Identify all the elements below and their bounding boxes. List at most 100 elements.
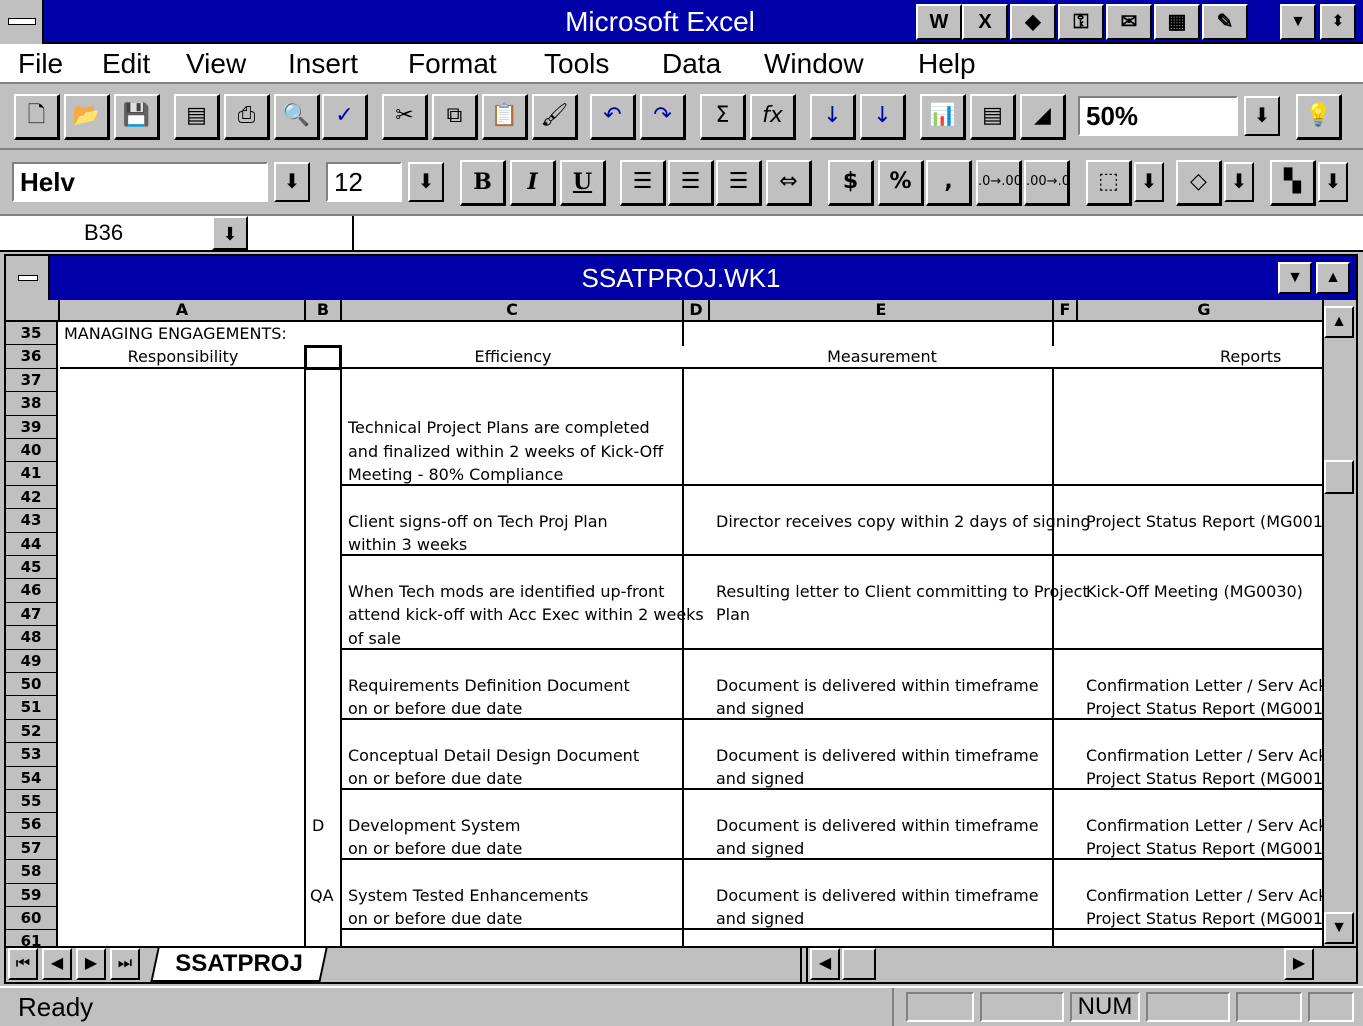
tip-wizard-icon[interactable]: 💡	[1296, 94, 1342, 140]
formula-input[interactable]	[360, 216, 1350, 250]
scroll-down-icon[interactable]: ▼	[1324, 912, 1354, 944]
cell-e60[interactable]: and signed	[716, 907, 804, 930]
cell-e59[interactable]: Document is delivered within timeframe	[716, 884, 1039, 907]
row-header-41[interactable]: 41	[6, 462, 58, 486]
cell-e54[interactable]: and signed	[716, 767, 804, 790]
cell-c60[interactable]: on or before due date	[348, 907, 522, 930]
row-header-49[interactable]: 49	[6, 649, 58, 673]
sort-descending-icon[interactable]: ↓	[860, 94, 906, 140]
row-header-38[interactable]: 38	[6, 392, 58, 416]
underline-icon[interactable]: U	[560, 160, 606, 206]
powerpoint-app-icon[interactable]: ◆	[1010, 4, 1056, 40]
row-header-58[interactable]: 58	[6, 860, 58, 884]
vertical-scrollbar[interactable]: ▲ ▼	[1322, 300, 1356, 946]
center-across-columns-icon[interactable]: ⇔	[766, 160, 812, 206]
row-header-43[interactable]: 43	[6, 509, 58, 533]
cell-g56[interactable]: Confirmation Letter / Serv Ack	[1086, 814, 1322, 837]
cell-b59[interactable]: QA	[310, 884, 334, 907]
cell-c47[interactable]: attend kick-off with Acc Exec within 2 w…	[348, 603, 704, 626]
font-color-dropdown-icon[interactable]: ⬇	[1318, 162, 1348, 202]
open-file-icon[interactable]: 📂	[64, 94, 110, 140]
cut-icon[interactable]: ✂	[382, 94, 428, 140]
zoom-dropdown-icon[interactable]: ⬇	[1244, 96, 1280, 136]
row-header-44[interactable]: 44	[6, 532, 58, 556]
first-sheet-icon[interactable]: ⏮	[8, 948, 38, 980]
row-header-48[interactable]: 48	[6, 626, 58, 650]
excel-app-icon[interactable]: X	[962, 4, 1008, 40]
menu-format[interactable]: Format	[408, 46, 497, 82]
row-header-53[interactable]: 53	[6, 743, 58, 767]
workbook-maximize-button[interactable]: ▲	[1316, 262, 1350, 294]
scroll-left-icon[interactable]: ◀	[810, 948, 840, 980]
vertical-scroll-thumb[interactable]	[1324, 460, 1354, 494]
percent-style-icon[interactable]: %	[878, 160, 924, 206]
row-header-40[interactable]: 40	[6, 439, 58, 463]
minimize-button[interactable]: ▼	[1280, 4, 1316, 40]
row-header-55[interactable]: 55	[6, 790, 58, 814]
drawing-icon[interactable]: ◢	[1020, 94, 1066, 140]
cell-g54[interactable]: Project Status Report (MG001	[1086, 767, 1322, 790]
row-header-45[interactable]: 45	[6, 556, 58, 580]
row-header-36[interactable]: 36	[6, 345, 58, 369]
scroll-right-icon[interactable]: ▶	[1284, 948, 1314, 980]
office-manager-icon[interactable]: ✎	[1202, 4, 1248, 40]
column-header-a[interactable]: A	[60, 300, 306, 322]
tab-split-handle[interactable]	[800, 948, 808, 982]
cell-g59[interactable]: Confirmation Letter / Serv Ack	[1086, 884, 1322, 907]
column-header-f[interactable]: F	[1054, 300, 1078, 322]
row-header-57[interactable]: 57	[6, 836, 58, 861]
row-header-59[interactable]: 59	[6, 883, 58, 907]
cell-e50[interactable]: Document is delivered within timeframe	[716, 674, 1039, 697]
bold-icon[interactable]: B	[460, 160, 506, 206]
cell-a35[interactable]: MANAGING ENGAGEMENTS:	[64, 322, 287, 345]
cell-c44[interactable]: within 3 weeks	[348, 533, 467, 556]
font-size-select[interactable]: 12	[326, 162, 402, 202]
cell-c46[interactable]: When Tech mods are identified up-front	[348, 580, 664, 603]
cell-g46[interactable]: Kick-Off Meeting (MG0030)	[1086, 580, 1303, 603]
name-box[interactable]: B36	[0, 216, 212, 250]
horizontal-scroll-thumb[interactable]	[842, 948, 876, 980]
fill-color-dropdown-icon[interactable]: ⬇	[1224, 162, 1254, 202]
menu-data[interactable]: Data	[662, 46, 721, 82]
fill-color-icon[interactable]: ◇	[1176, 160, 1222, 206]
cell-g60[interactable]: Project Status Report (MG001	[1086, 907, 1322, 930]
copy-icon[interactable]: ⧉	[432, 94, 478, 140]
currency-style-icon[interactable]: $	[828, 160, 874, 206]
row-header-51[interactable]: 51	[6, 696, 58, 720]
row-header-37[interactable]: 37	[6, 368, 58, 393]
cell-g51[interactable]: Project Status Report (MG001	[1086, 697, 1322, 720]
borders-dropdown-icon[interactable]: ⬇	[1134, 162, 1164, 202]
autosum-icon[interactable]: Σ	[700, 94, 746, 140]
print-report-icon[interactable]: ▤	[174, 94, 220, 140]
cell-c39[interactable]: Technical Project Plans are completed	[348, 416, 650, 439]
new-file-icon[interactable]: 🗋	[14, 94, 60, 140]
function-wizard-icon[interactable]: fx	[750, 94, 796, 140]
borders-icon[interactable]: ⬚	[1086, 160, 1132, 206]
format-painter-icon[interactable]: 🖌	[532, 94, 578, 140]
cell-e47[interactable]: Plan	[716, 603, 750, 626]
column-header-d[interactable]: D	[684, 300, 710, 322]
column-header-c[interactable]: C	[342, 300, 684, 322]
menu-window[interactable]: Window	[764, 46, 864, 82]
row-header-39[interactable]: 39	[6, 415, 58, 439]
menu-edit[interactable]: Edit	[102, 46, 150, 82]
spelling-icon[interactable]: ✓	[322, 94, 368, 140]
access-app-icon[interactable]: ⚿	[1058, 4, 1104, 40]
row-header-47[interactable]: 47	[6, 602, 58, 627]
font-color-icon[interactable]: ▚	[1270, 160, 1316, 206]
cell-e51[interactable]: and signed	[716, 697, 804, 720]
prev-sheet-icon[interactable]: ◀	[42, 948, 72, 980]
mail-app-icon[interactable]: ✉	[1106, 4, 1152, 40]
menu-insert[interactable]: Insert	[288, 46, 358, 82]
italic-icon[interactable]: I	[510, 160, 556, 206]
column-header-e[interactable]: E	[710, 300, 1054, 322]
print-preview-icon[interactable]: 🔍	[274, 94, 320, 140]
cell-e43[interactable]: Director receives copy within 2 days of …	[716, 510, 1091, 533]
cell-c50[interactable]: Requirements Definition Document	[348, 674, 630, 697]
cell-e53[interactable]: Document is delivered within timeframe	[716, 744, 1039, 767]
paste-icon[interactable]: 📋	[482, 94, 528, 140]
workbook-minimize-button[interactable]: ▼	[1278, 262, 1312, 294]
print-icon[interactable]: ⎙	[224, 94, 270, 140]
cell-g36[interactable]: Reports	[1220, 345, 1281, 368]
save-icon[interactable]: 💾	[114, 94, 160, 140]
